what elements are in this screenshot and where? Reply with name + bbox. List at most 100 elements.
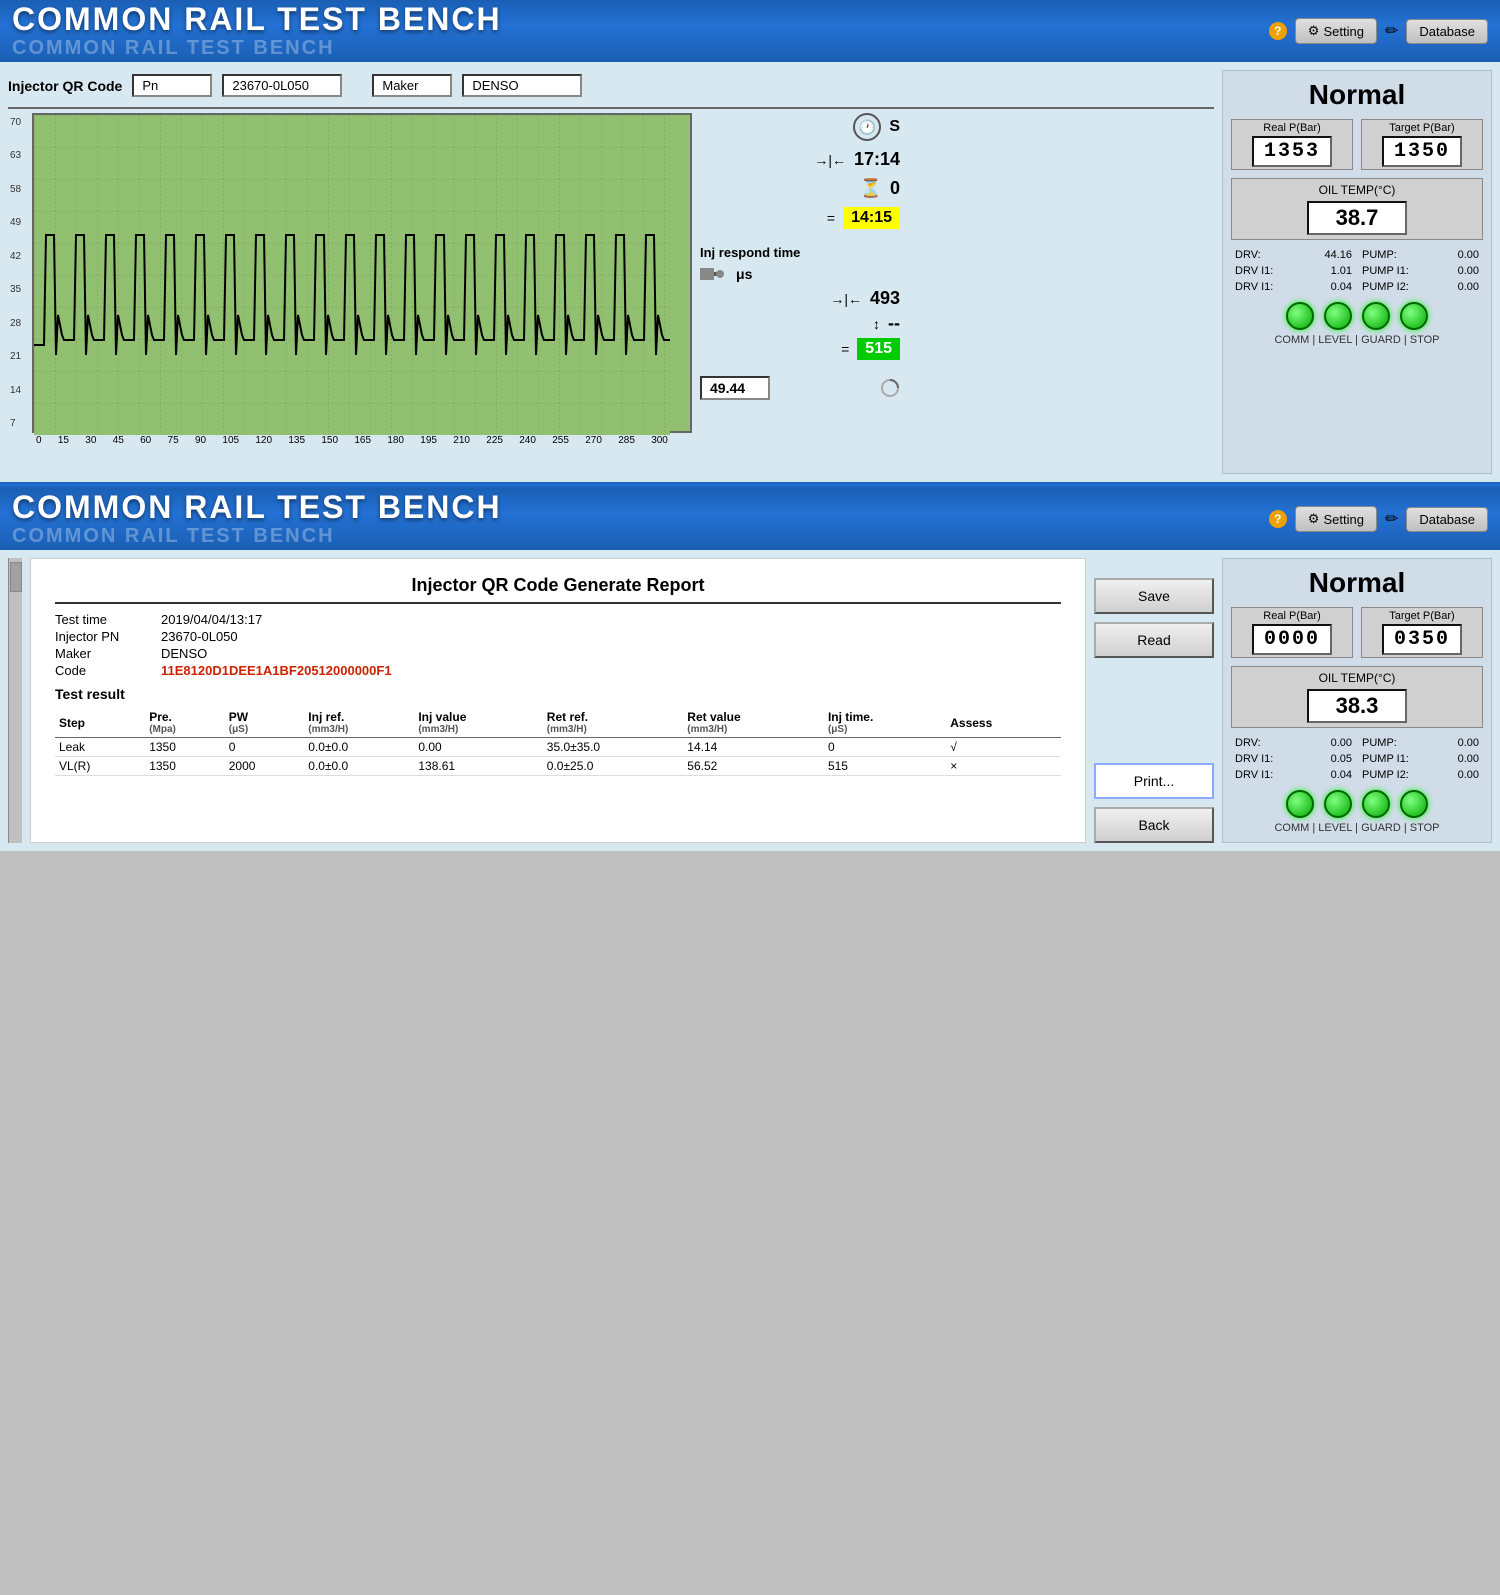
- injector-pn-val: 23670-0L050: [161, 629, 238, 644]
- qr-code-label: Injector QR Code: [8, 78, 122, 94]
- chart-info-panel: 🕐 S →|← 17:14 ⏳ 0 = 14:15 Inj respond: [700, 113, 900, 446]
- help-icon-2[interactable]: ?: [1269, 510, 1287, 528]
- led-labels-bottom: COMM | LEVEL | GUARD | STOP: [1274, 822, 1439, 834]
- drv-grid-bottom: DRV:0.00 PUMP:0.00 DRV I1:0.05 PUMP I1:0…: [1231, 736, 1483, 782]
- chart-container: 70 63 58 49 42 35 28 21 14 7: [8, 113, 1214, 446]
- bottom-val-row: 49.44: [700, 376, 900, 400]
- table-row: VL(R) 1350 2000 0.0±0.0 138.61 0.0±25.0 …: [55, 757, 1061, 776]
- drv-grid-top: DRV:44.16 PUMP:0.00 DRV I1:1.01 PUMP I1:…: [1231, 248, 1483, 294]
- setting-icon: ⚙: [1308, 23, 1320, 39]
- save-button[interactable]: Save: [1094, 578, 1214, 614]
- code-key: Code: [55, 663, 145, 678]
- real-p-value: 1353: [1252, 136, 1332, 167]
- cell-assess-1: ×: [946, 757, 1061, 776]
- time2-value: 0: [890, 178, 900, 199]
- injector-pn-key: Injector PN: [55, 629, 145, 644]
- arrow-icon1: →|←: [814, 152, 846, 168]
- led-guard-top: [1362, 302, 1390, 330]
- table-header-row: Step Pre.(Mpa) PW(μS) Inj ref.(mm3/H) In…: [55, 708, 1061, 738]
- injector-icon: [700, 264, 730, 284]
- col-pw: PW(μS): [225, 708, 305, 738]
- cell-ret-ref-1: 0.0±25.0: [543, 757, 684, 776]
- col-ret-val: Ret value(mm3/H): [683, 708, 824, 738]
- maker-val: DENSO: [161, 646, 207, 661]
- chart-with-y: 70 63 58 49 42 35 28 21 14 7: [8, 113, 692, 433]
- meta-row-time: Test time 2019/04/04/13:17: [55, 612, 1061, 627]
- cell-inj-time-1: 515: [824, 757, 946, 776]
- bottom-header: COMMON RAIL TEST BENCH COMMON RAIL TEST …: [0, 488, 1500, 550]
- us-label: μs: [736, 266, 752, 282]
- target-pressure-box: Target P(Bar) 1350: [1361, 119, 1483, 170]
- cell-inj-time-0: 0: [824, 738, 946, 757]
- led-comm-top: [1286, 302, 1314, 330]
- oil-temp-box-top: OIL TEMP(°C) 38.7: [1231, 178, 1483, 240]
- top-right-panel: Normal Real P(Bar) 1353 Target P(Bar) 13…: [1222, 70, 1492, 474]
- cell-inj-val-0: 0.00: [414, 738, 542, 757]
- bottom-value: 49.44: [700, 376, 770, 400]
- drv-item-2: DRV I1:1.01: [1231, 264, 1356, 278]
- cell-inj-ref-1: 0.0±0.0: [304, 757, 414, 776]
- scroll-thumb[interactable]: [10, 562, 22, 592]
- time-section: 🕐 S: [700, 113, 900, 141]
- drv2-item-0: DRV:0.00: [1231, 736, 1356, 750]
- maker-value: DENSO: [462, 74, 582, 97]
- read-button[interactable]: Read: [1094, 622, 1214, 658]
- target-pressure-box-2: Target P(Bar) 0350: [1361, 607, 1483, 658]
- cell-pw-1: 2000: [225, 757, 305, 776]
- timer-icon: ⏳: [860, 178, 882, 199]
- real-p-value-2: 0000: [1252, 624, 1332, 655]
- clock-icon: 🕐: [853, 113, 881, 141]
- pencil-icon-2: ✏: [1385, 509, 1398, 529]
- meta-row-pn: Injector PN 23670-0L050: [55, 629, 1061, 644]
- help-icon[interactable]: ?: [1269, 22, 1287, 40]
- equals-icon: =: [827, 210, 835, 226]
- drv-item-5: PUMP I2:0.00: [1358, 280, 1483, 294]
- database-button[interactable]: Database: [1406, 19, 1488, 44]
- meta-row-code: Code 11E8120D1DEE1A1BF20512000000F1: [55, 663, 1061, 678]
- waveform-chart: [34, 115, 670, 435]
- setting-button-2[interactable]: ⚙ Setting: [1295, 506, 1377, 532]
- real-pressure-box: Real P(Bar) 1353: [1231, 119, 1353, 170]
- app-subtitle: COMMON RAIL TEST BENCH: [12, 37, 502, 60]
- led-guard-bottom: [1362, 790, 1390, 818]
- database-button-2[interactable]: Database: [1406, 507, 1488, 532]
- col-inj-val: Inj value(mm3/H): [414, 708, 542, 738]
- real-p-label: Real P(Bar): [1234, 122, 1350, 134]
- drv-item-1: PUMP:0.00: [1358, 248, 1483, 262]
- cell-step-1: VL(R): [55, 757, 145, 776]
- down-arrow-icon: ↕: [873, 316, 880, 332]
- led-level-top: [1324, 302, 1352, 330]
- table-row: Leak 1350 0 0.0±0.0 0.00 35.0±35.0 14.14…: [55, 738, 1061, 757]
- back-button[interactable]: Back: [1094, 807, 1214, 843]
- target-p-value: 1350: [1382, 136, 1462, 167]
- drv-item-3: PUMP I1:0.00: [1358, 264, 1483, 278]
- led-row-top: [1286, 302, 1428, 330]
- led-row-bottom: [1286, 790, 1428, 818]
- time3-row: = 14:15: [700, 207, 900, 229]
- app-subtitle-2: COMMON RAIL TEST BENCH: [12, 525, 502, 548]
- cell-pre-1: 1350: [145, 757, 225, 776]
- qr-row: Injector QR Code Pn 23670-0L050 Maker DE…: [8, 70, 1214, 101]
- inj-dash-row: ↕ --: [700, 313, 900, 334]
- drv-item-0: DRV:44.16: [1231, 248, 1356, 262]
- scrollbar[interactable]: [8, 558, 22, 843]
- s-label: S: [889, 118, 900, 136]
- inj-icon-row: μs: [700, 264, 900, 284]
- col-ret-ref: Ret ref.(mm3/H): [543, 708, 684, 738]
- app-title: COMMON RAIL TEST BENCH: [12, 3, 502, 35]
- col-pre: Pre.(Mpa): [145, 708, 225, 738]
- inj-respond-section: Inj respond time μs →|← 493: [700, 245, 900, 360]
- print-button[interactable]: Print...: [1094, 763, 1214, 799]
- top-header: COMMON RAIL TEST BENCH COMMON RAIL TEST …: [0, 0, 1500, 62]
- real-pressure-box-2: Real P(Bar) 0000: [1231, 607, 1353, 658]
- equals-icon2: =: [841, 341, 849, 357]
- report-area: Injector QR Code Generate Report Test ti…: [30, 558, 1086, 843]
- bottom-main-panel: Injector QR Code Generate Report Test ti…: [0, 550, 1500, 851]
- spinner-icon: [880, 378, 900, 398]
- drv-item-4: DRV I1:0.04: [1231, 280, 1356, 294]
- cell-assess-0: √: [946, 738, 1061, 757]
- oil-temp-label-top: OIL TEMP(°C): [1236, 183, 1478, 197]
- cell-ret-val-1: 56.52: [683, 757, 824, 776]
- setting-button[interactable]: ⚙ Setting: [1295, 18, 1377, 44]
- led-stop-top: [1400, 302, 1428, 330]
